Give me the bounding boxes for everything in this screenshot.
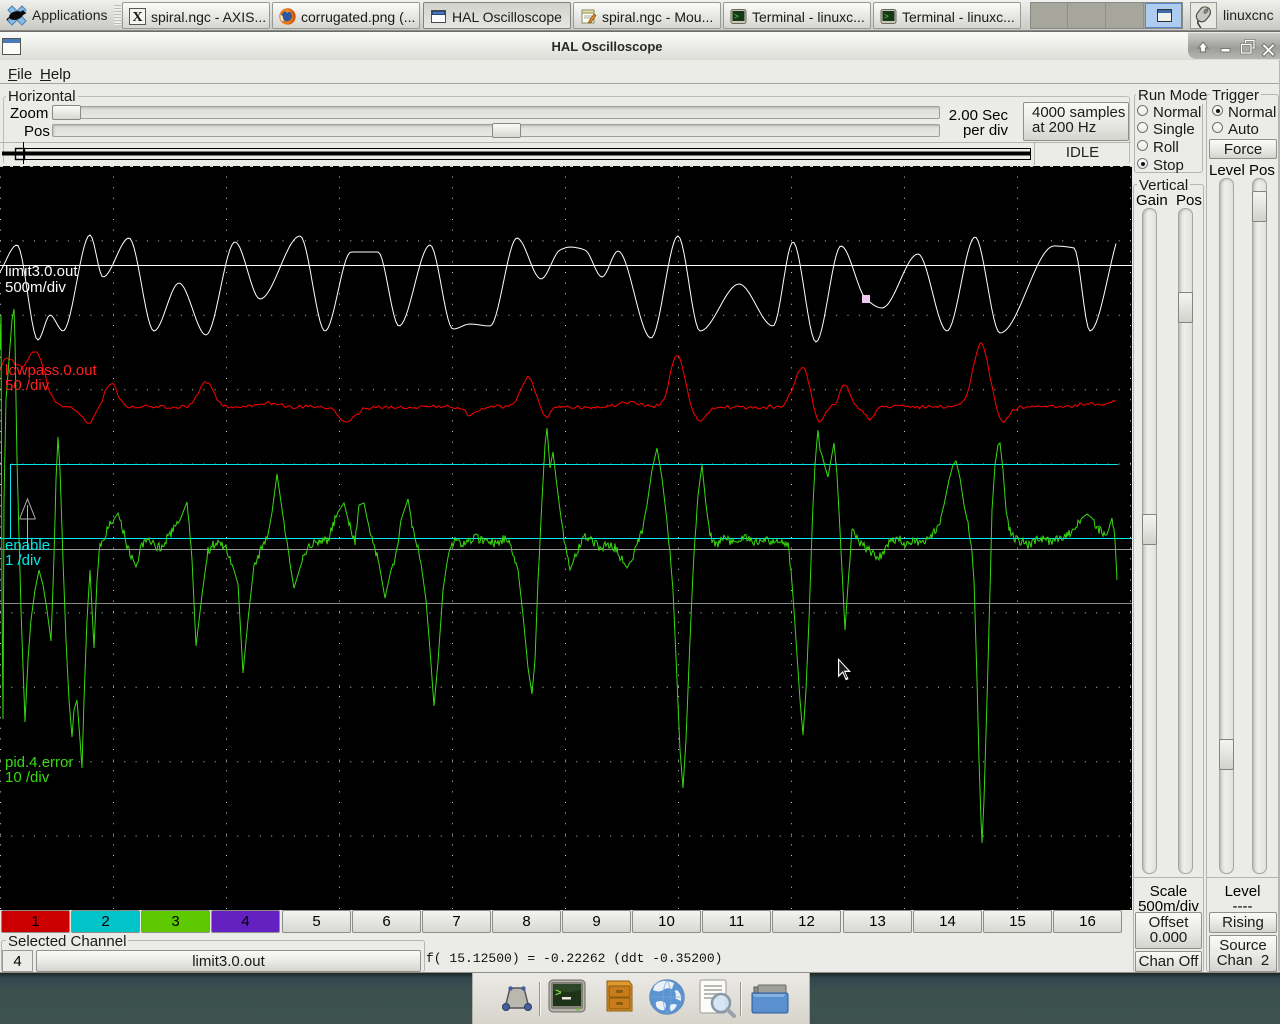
svg-text:limit3.0.out: limit3.0.out: [5, 263, 78, 280]
svg-text:>: >: [884, 13, 889, 22]
svg-text:>: >: [734, 13, 739, 22]
svg-text:X: X: [132, 10, 142, 25]
svg-text:50 /div: 50 /div: [5, 377, 50, 394]
svg-text:1 /div: 1 /div: [5, 552, 41, 569]
svg-text:500m/div: 500m/div: [5, 279, 66, 296]
svg-text:>: >: [555, 988, 562, 1000]
svg-text:10 /div: 10 /div: [5, 769, 50, 786]
